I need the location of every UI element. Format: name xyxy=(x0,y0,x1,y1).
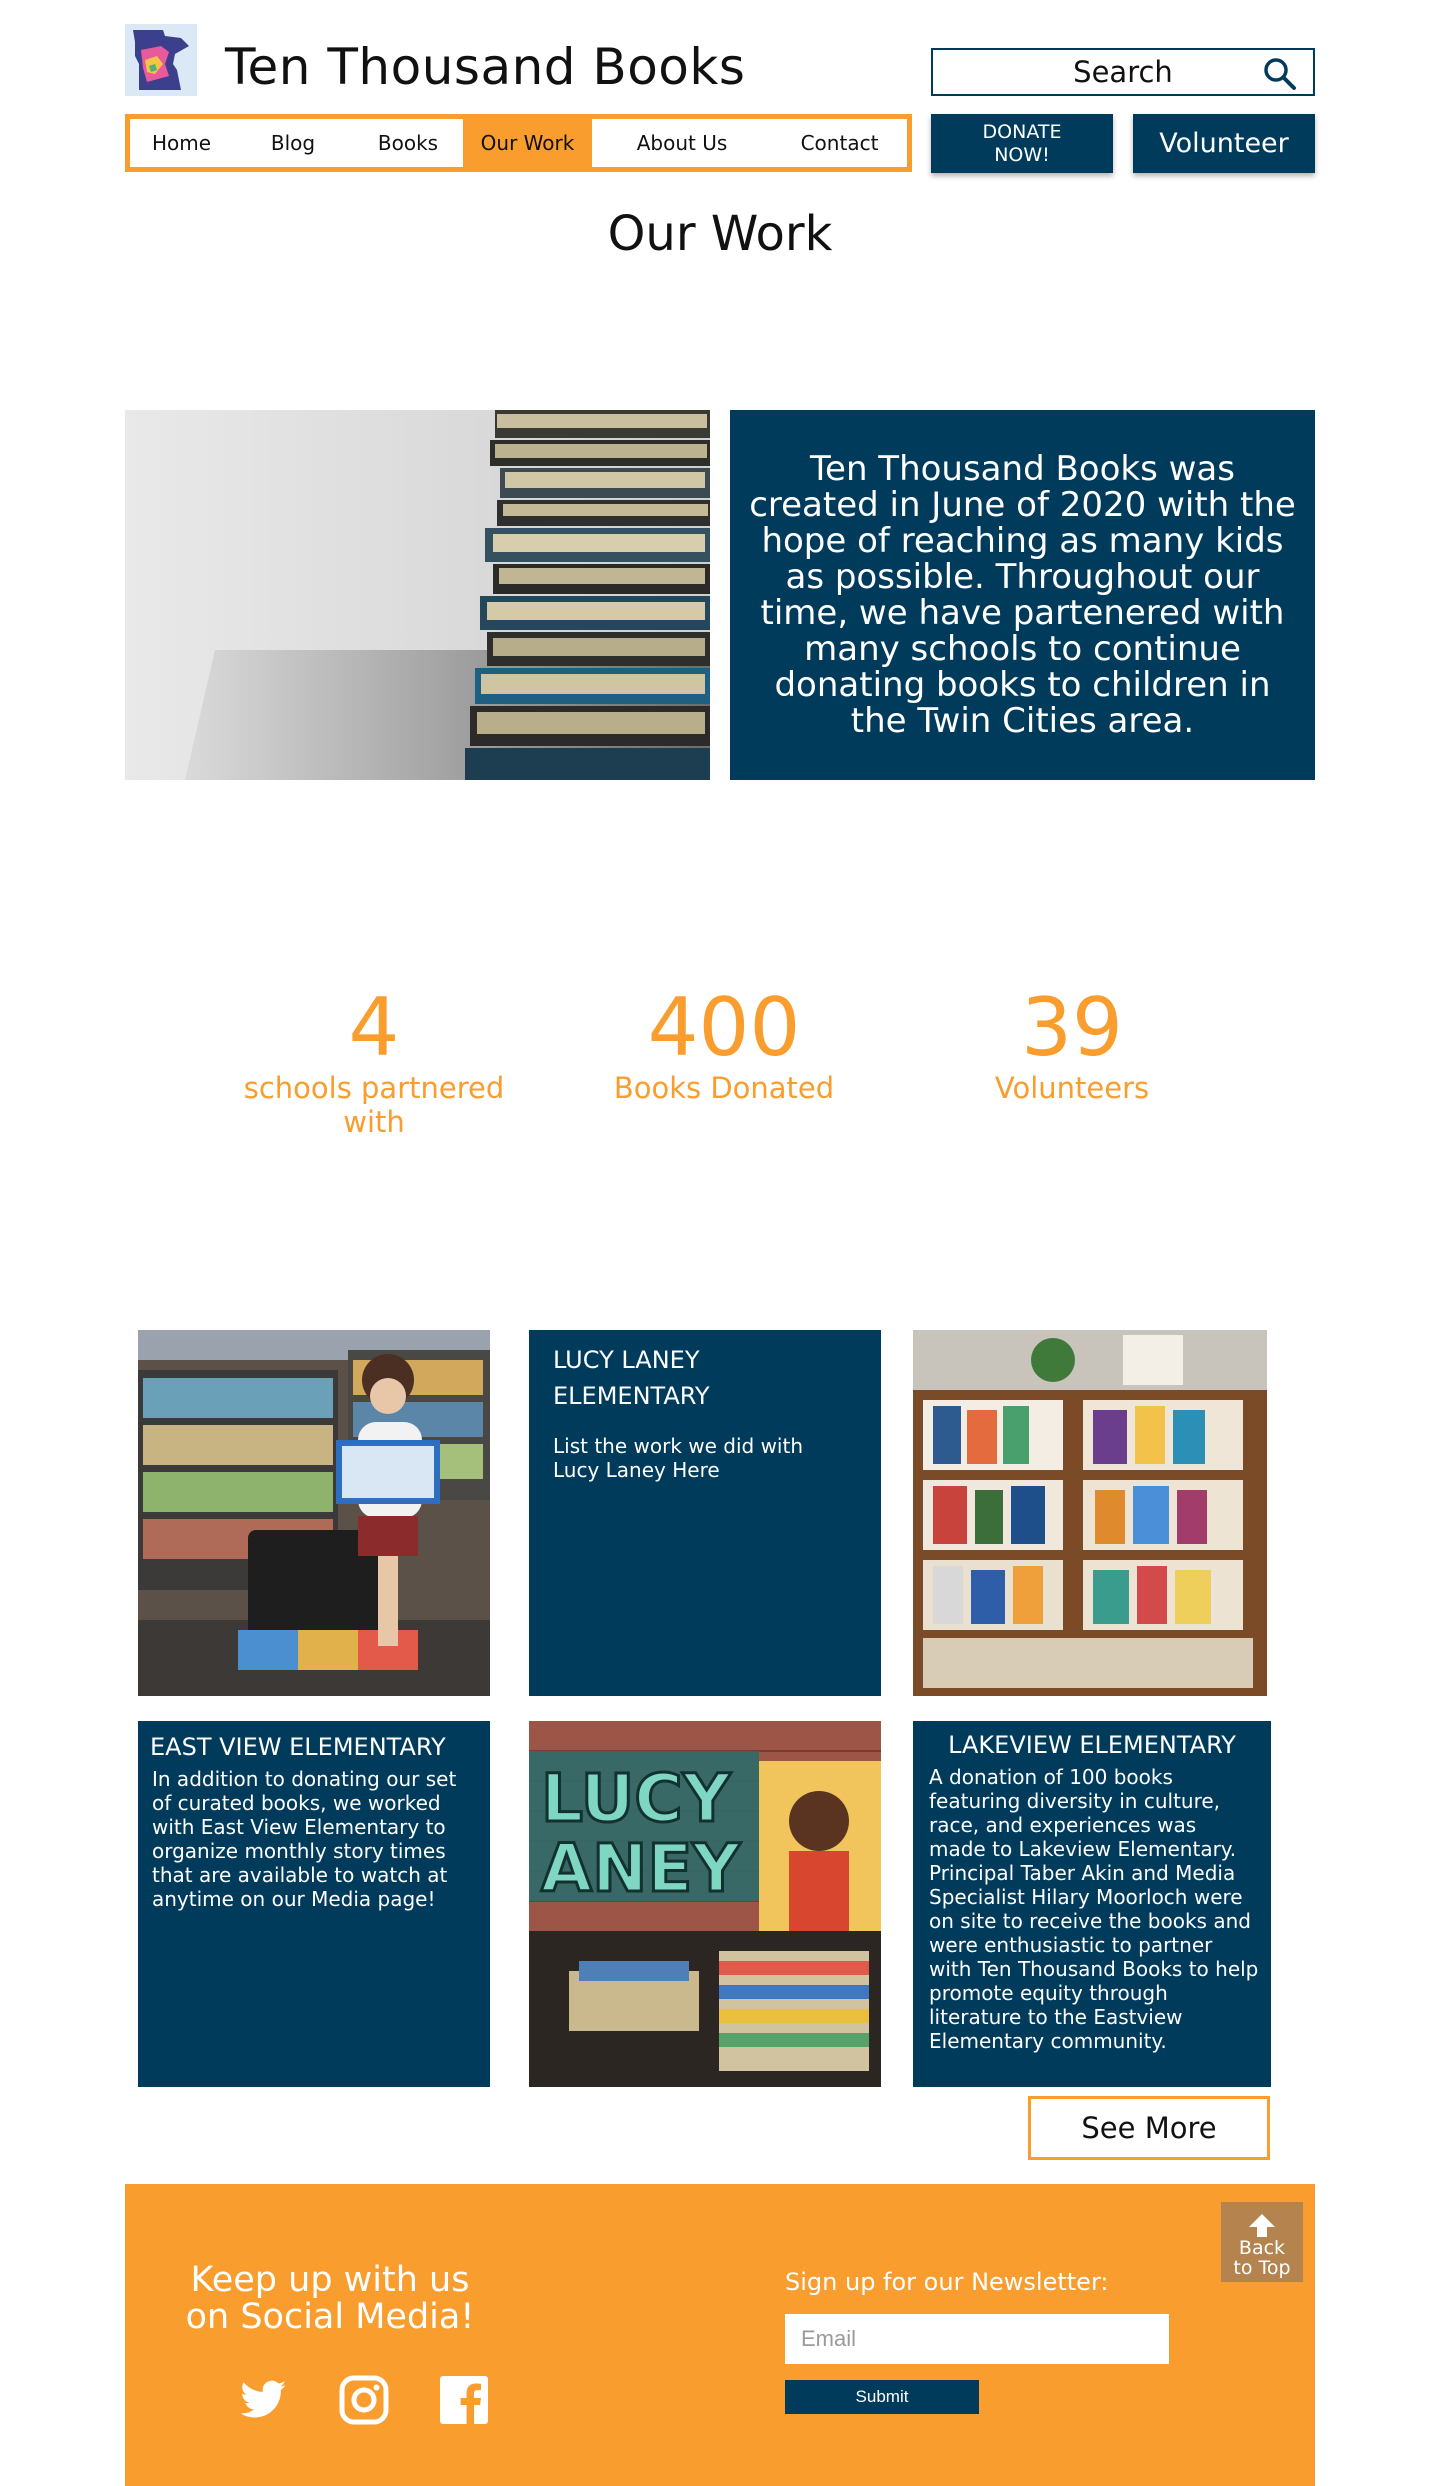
stat-value: 4 xyxy=(348,981,400,1074)
site-logo[interactable] xyxy=(125,24,197,96)
nav-our-work[interactable]: Our Work xyxy=(463,119,592,167)
stat-volunteers: 39 Volunteers xyxy=(932,981,1212,1106)
instagram-icon[interactable] xyxy=(338,2374,390,2426)
lakeview-card[interactable]: LAKEVIEW ELEMENTARY A donation of 100 bo… xyxy=(913,1721,1271,2087)
newsletter-label: Sign up for our Newsletter: xyxy=(785,2268,1109,2296)
east-view-body: In addition to donating our set of curat… xyxy=(152,1767,457,1911)
svg-text:ANEY: ANEY xyxy=(541,1830,741,1907)
east-view-card[interactable]: EAST VIEW ELEMENTARY In addition to dona… xyxy=(138,1721,490,2087)
search-bar[interactable]: Search xyxy=(931,48,1315,96)
see-more-button[interactable]: See More xyxy=(1028,2096,1270,2160)
search-label: Search xyxy=(1073,55,1173,89)
arrow-up-icon xyxy=(1249,2214,1275,2237)
donate-button[interactable]: DONATE NOW! xyxy=(931,114,1113,173)
intro-panel: Ten Thousand Books was created in June o… xyxy=(730,410,1315,780)
nav-books[interactable]: Books xyxy=(353,119,463,167)
nav-blog[interactable]: Blog xyxy=(233,119,353,167)
lakeview-title: LAKEVIEW ELEMENTARY xyxy=(948,1731,1236,1759)
main-nav: Home Blog Books Our Work About Us Contac… xyxy=(125,114,912,172)
nav-home[interactable]: Home xyxy=(130,119,233,167)
minnesota-logo-icon xyxy=(125,24,197,96)
lucy-laney-body: List the work we did with Lucy Laney Her… xyxy=(553,1434,804,1482)
lucy-laney-mural-photo: LUCY ANEY xyxy=(529,1721,881,2087)
stat-label: schools partnered with xyxy=(243,1071,505,1139)
girl-reading-photo xyxy=(138,1330,490,1696)
stat-label: Books Donated xyxy=(613,1071,835,1105)
svg-text:LUCY: LUCY xyxy=(541,1760,732,1837)
nav-about-us[interactable]: About Us xyxy=(592,119,772,167)
site-title[interactable]: Ten Thousand Books xyxy=(225,38,745,96)
bookshelf-photo xyxy=(913,1330,1267,1696)
search-icon[interactable] xyxy=(1263,57,1297,91)
book-stack-photo xyxy=(125,410,710,780)
back-to-top-label: Back to Top xyxy=(1233,2237,1291,2279)
page-title: Our Work xyxy=(607,206,833,262)
email-field[interactable] xyxy=(785,2314,1169,2364)
stat-books: 400 Books Donated xyxy=(584,981,864,1106)
lucy-laney-card[interactable]: LUCY LANEY ELEMENTARY List the work we d… xyxy=(529,1330,881,1696)
facebook-icon[interactable] xyxy=(438,2374,490,2426)
nav-contact[interactable]: Contact xyxy=(772,119,907,167)
donate-label: DONATE NOW! xyxy=(982,120,1062,166)
submit-button[interactable]: Submit xyxy=(785,2380,979,2414)
twitter-icon[interactable] xyxy=(238,2374,290,2426)
east-view-title: EAST VIEW ELEMENTARY xyxy=(150,1733,446,1761)
stat-value: 39 xyxy=(1021,981,1123,1074)
lakeview-body: A donation of 100 books featuring divers… xyxy=(929,1765,1259,2053)
stat-schools: 4 schools partnered with xyxy=(234,981,514,1140)
volunteer-button[interactable]: Volunteer xyxy=(1133,114,1315,173)
footer: Keep up with us on Social Media! Sign up… xyxy=(125,2184,1315,2486)
back-to-top-button[interactable]: Back to Top xyxy=(1221,2202,1303,2282)
stat-label: Volunteers xyxy=(994,1071,1150,1105)
intro-text: Ten Thousand Books was created in June o… xyxy=(749,449,1296,741)
social-heading: Keep up with us on Social Media! xyxy=(185,2260,475,2337)
stat-value: 400 xyxy=(647,981,801,1074)
lucy-laney-title: LUCY LANEY ELEMENTARY xyxy=(553,1346,710,1410)
